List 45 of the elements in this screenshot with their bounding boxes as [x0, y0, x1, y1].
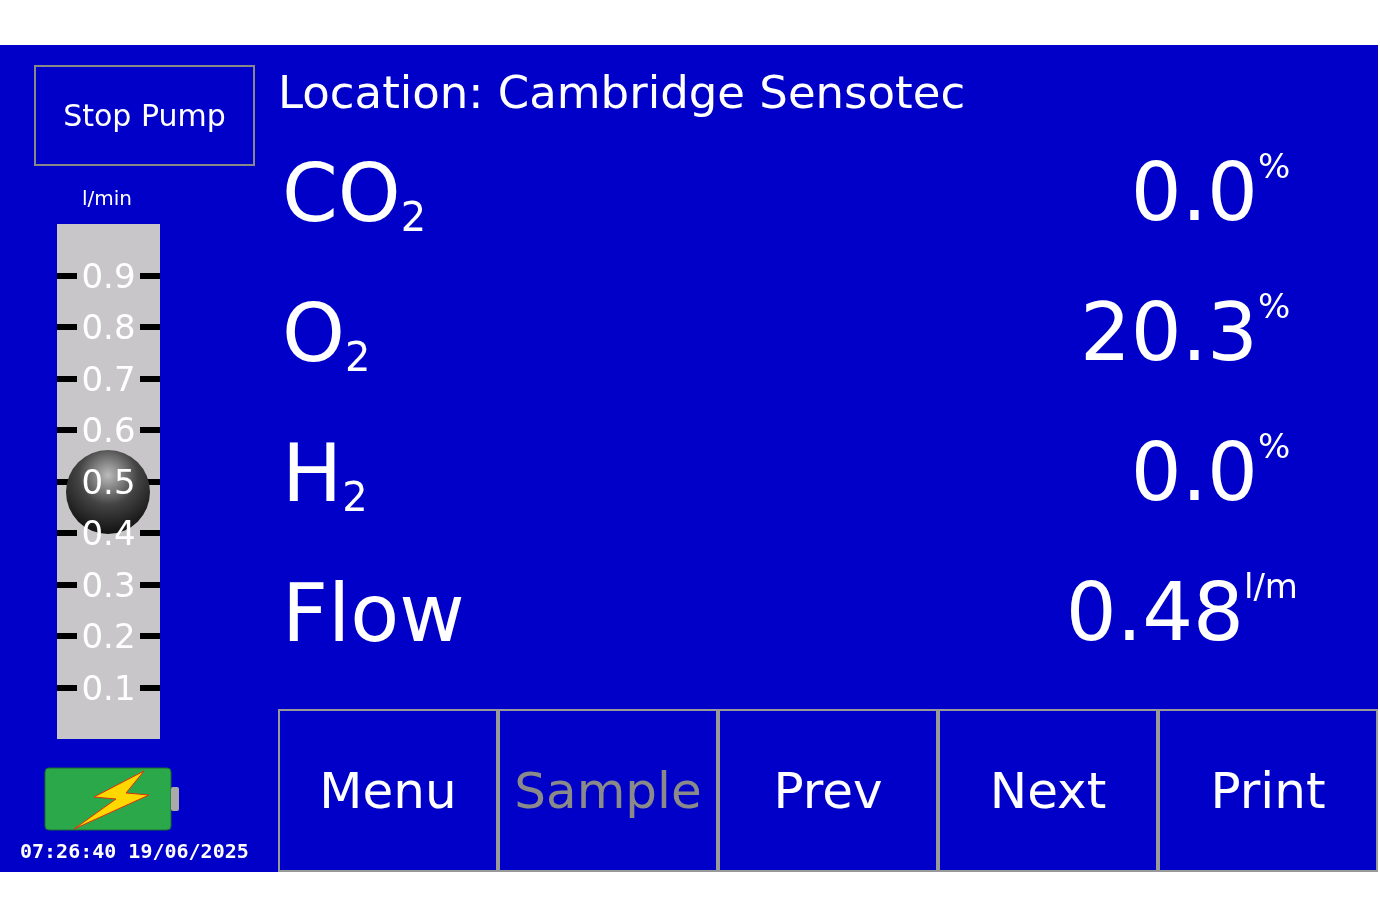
tick-label: 0.9	[81, 258, 136, 293]
reading-value: 0.48	[1065, 573, 1244, 653]
location-title: Location: Cambridge Sensotec	[278, 65, 967, 121]
datetime-text: 07:26:40 19/06/2025	[20, 839, 249, 863]
tick-mark	[140, 375, 160, 382]
tick-mark	[140, 427, 160, 434]
soft-key[interactable]: Next	[938, 709, 1158, 872]
reading-value: 0.0	[1130, 433, 1258, 513]
tick-label: 0.8	[81, 310, 136, 345]
tick-label: 0.1	[81, 670, 136, 705]
tick-label: 0.5	[81, 464, 136, 499]
tick-mark	[57, 375, 77, 382]
stop-pump-button[interactable]: Stop Pump	[34, 65, 255, 166]
reading-value: 20.3	[1079, 293, 1258, 373]
tick-mark	[57, 427, 77, 434]
tick-mark	[140, 324, 160, 331]
tick-mark	[140, 530, 160, 537]
tick-label: 0.3	[81, 567, 136, 602]
flow-unit-label: l/min	[82, 186, 132, 210]
tick-label: 0.7	[81, 361, 136, 396]
tick-mark	[140, 272, 160, 279]
reading-unit: l/m	[1243, 569, 1298, 603]
tick-mark	[140, 581, 160, 588]
tick-mark	[57, 633, 77, 640]
tick-label: 0.2	[81, 619, 136, 654]
tick-mark	[140, 684, 160, 691]
soft-key[interactable]: Prev	[718, 709, 938, 872]
gas-label: O$_{2}$	[281, 286, 371, 380]
tick-mark	[57, 581, 77, 588]
gas-label: H$_{2}$	[281, 426, 368, 520]
gas-label: CO$_{2}$	[281, 146, 427, 240]
tick-mark	[57, 324, 77, 331]
reading-unit: %	[1258, 429, 1292, 463]
tick-mark	[57, 272, 77, 279]
tick-mark	[57, 530, 77, 537]
soft-key[interactable]: Print	[1158, 709, 1378, 872]
reading-unit: %	[1258, 149, 1292, 183]
tick-mark	[57, 684, 77, 691]
gas-label: Flow	[281, 566, 465, 660]
reading-value: 0.0	[1130, 153, 1258, 233]
soft-key[interactable]: Menu	[278, 709, 498, 872]
battery-charging-icon	[44, 767, 180, 831]
reading-unit: %	[1258, 289, 1292, 323]
tick-label: 0.6	[81, 413, 136, 448]
tick-mark	[140, 633, 160, 640]
